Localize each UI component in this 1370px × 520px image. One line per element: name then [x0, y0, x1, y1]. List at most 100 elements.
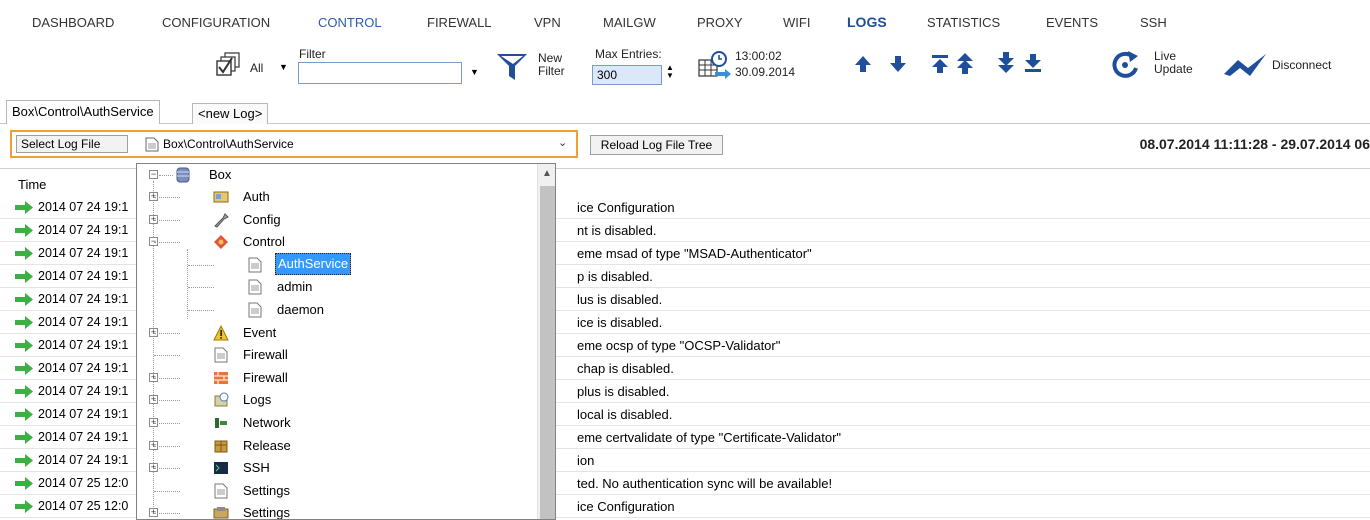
tree-scrollbar[interactable]: ▲: [537, 164, 555, 519]
arrow-up-button[interactable]: [853, 50, 873, 76]
max-entries-input[interactable]: 300: [592, 65, 662, 85]
auth-icon: [213, 191, 229, 203]
tree-node-settings[interactable]: Settings: [137, 480, 537, 502]
nav-proxy[interactable]: PROXY: [697, 15, 743, 30]
file-icon: [214, 347, 228, 363]
log-file-tree-dropdown[interactable]: ▲ − Box + Auth + Config − Control AuthSe…: [136, 163, 556, 520]
arrow-down-icon: [890, 56, 906, 72]
arrow-to-bottom-icon: [1025, 54, 1041, 72]
tree-label[interactable]: Firewall: [241, 367, 290, 389]
log-timestamp: 2014 07 24 19:1: [38, 315, 129, 329]
nav-logs[interactable]: LOGS: [847, 14, 887, 30]
tree-label[interactable]: SSH: [241, 457, 272, 479]
combobox-chevron-icon[interactable]: ⌄: [558, 136, 567, 149]
tree-node-ssh[interactable]: + SSH: [137, 457, 537, 479]
all-filter-button[interactable]: All ▼: [216, 52, 288, 80]
tree-label[interactable]: daemon: [275, 299, 326, 321]
tree-label[interactable]: AuthService: [275, 252, 352, 275]
tree-label[interactable]: Network: [241, 412, 293, 434]
tree-label[interactable]: Box: [207, 164, 233, 186]
tree-node-root[interactable]: − Box: [137, 164, 537, 186]
tree-node-release[interactable]: + Release: [137, 435, 537, 457]
live-update-button[interactable]: Live Update: [1110, 48, 1200, 82]
arrow-down-button[interactable]: [888, 50, 908, 76]
tree-node-authservice[interactable]: AuthService: [137, 252, 537, 276]
log-message: lus is disabled.: [577, 292, 663, 307]
nav-configuration[interactable]: CONFIGURATION: [162, 15, 270, 30]
tree-node-settings[interactable]: + Settings: [137, 502, 537, 519]
double-arrow-up-icon: [957, 53, 973, 74]
control-icon: [214, 235, 228, 250]
tree-node-firewall[interactable]: + Firewall: [137, 367, 537, 389]
log-message: eme msad of type "MSAD-Authenticator": [577, 246, 812, 261]
log-file-combobox[interactable]: Box\Control\AuthService: [142, 135, 574, 153]
tree-node-network[interactable]: + Network: [137, 412, 537, 434]
tree-label[interactable]: Auth: [241, 186, 272, 208]
filter-input[interactable]: [298, 62, 462, 84]
disconnect-button[interactable]: Disconnect: [1222, 52, 1352, 80]
arrow-page-up-button[interactable]: [955, 50, 975, 76]
log-message: ice is disabled.: [577, 315, 663, 330]
collapse-icon[interactable]: −: [149, 170, 158, 179]
tree-label[interactable]: Config: [241, 209, 283, 231]
tree-label[interactable]: Release: [241, 435, 293, 457]
max-entries-spinner-icon[interactable]: ▲ ▼: [666, 64, 674, 80]
scroll-up-icon[interactable]: ▲: [542, 168, 552, 179]
nav-events[interactable]: EVENTS: [1046, 15, 1098, 30]
file-icon: [145, 137, 159, 152]
tree-label[interactable]: Settings: [241, 480, 292, 502]
log-tabs: Box\Control\AuthService <new Log>: [0, 100, 1370, 124]
green-arrow-icon: [15, 431, 33, 444]
disconnect-logo-icon: [1224, 54, 1266, 76]
nav-mailgw[interactable]: MAILGW: [603, 15, 656, 30]
reload-log-tree-button[interactable]: Reload Log File Tree: [590, 135, 723, 155]
nav-ssh[interactable]: SSH: [1140, 15, 1167, 30]
log-timestamp: 2014 07 24 19:1: [38, 269, 129, 283]
tree-node-event[interactable]: + Event: [137, 322, 537, 344]
green-arrow-icon: [15, 247, 33, 260]
tree-node-control[interactable]: − Control: [137, 231, 537, 253]
tab-new-log[interactable]: <new Log>: [192, 103, 269, 124]
tree-node-admin[interactable]: admin: [137, 276, 537, 298]
filter-label: Filter: [299, 47, 326, 61]
arrow-page-down-button[interactable]: [996, 50, 1016, 76]
nav-wifi[interactable]: WIFI: [783, 15, 810, 30]
filter-dropdown-arrow-icon[interactable]: ▼: [470, 67, 479, 77]
tree-node-firewall[interactable]: Firewall: [137, 344, 537, 366]
tree-label[interactable]: admin: [275, 276, 314, 298]
arrow-bottom-button[interactable]: [1023, 50, 1043, 76]
tree-node-daemon[interactable]: daemon: [137, 299, 537, 321]
column-header-time[interactable]: Time: [18, 177, 46, 192]
nav-vpn[interactable]: VPN: [534, 15, 561, 30]
file-icon: [248, 279, 262, 295]
funnel-icon: [497, 54, 527, 80]
log-file-selector: Select Log File Box\Control\AuthService …: [10, 130, 578, 158]
log-message: ice Configuration: [577, 499, 675, 514]
nav-dashboard[interactable]: DASHBOARD: [32, 15, 114, 30]
new-filter-button[interactable]: New Filter: [496, 50, 572, 84]
nav-firewall[interactable]: FIREWALL: [427, 15, 492, 30]
all-dropdown-arrow-icon[interactable]: ▼: [279, 62, 288, 72]
tree-node-logs[interactable]: + Logs: [137, 389, 537, 411]
scrollbar-thumb[interactable]: [540, 186, 555, 519]
tree-node-auth[interactable]: + Auth: [137, 186, 537, 208]
tab-authservice[interactable]: Box\Control\AuthService: [6, 100, 160, 124]
logs-icon: [214, 392, 229, 407]
log-timestamp: 2014 07 24 19:1: [38, 361, 129, 375]
green-arrow-icon: [15, 385, 33, 398]
tree-label[interactable]: Firewall: [241, 344, 290, 366]
select-log-file-button[interactable]: Select Log File: [16, 135, 128, 153]
datetime-picker[interactable]: 13:00:02 30.09.2014: [697, 48, 817, 84]
log-message: chap is disabled.: [577, 361, 674, 376]
disconnect-label: Disconnect: [1272, 58, 1332, 72]
tree-label[interactable]: Event: [241, 322, 278, 344]
nav-statistics[interactable]: STATISTICS: [927, 15, 1000, 30]
arrow-top-button[interactable]: [930, 50, 950, 76]
nav-control[interactable]: CONTROL: [318, 15, 382, 30]
tree-label[interactable]: Settings: [241, 502, 292, 519]
log-timestamp: 2014 07 24 19:1: [38, 338, 129, 352]
wrench-icon: [214, 212, 229, 228]
tree-label[interactable]: Control: [241, 231, 287, 253]
tree-label[interactable]: Logs: [241, 389, 273, 411]
tree-node-config[interactable]: + Config: [137, 209, 537, 231]
